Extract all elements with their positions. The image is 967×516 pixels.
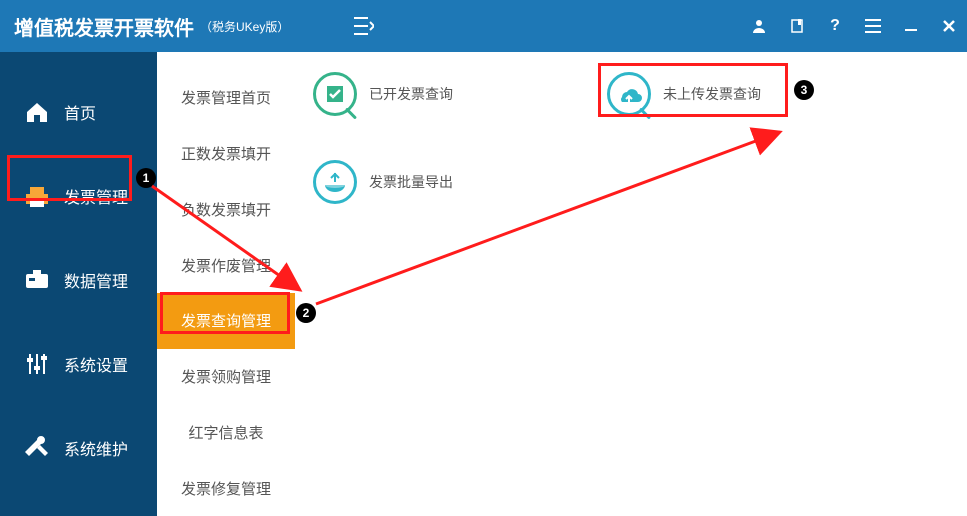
- tile-label: 已开发票查询: [369, 84, 453, 104]
- submenu-item-repair[interactable]: 发票修复管理: [157, 460, 295, 516]
- sidebar-item-label: 系统设置: [64, 352, 128, 376]
- tile-issued-query[interactable]: 已开发票查询: [313, 72, 453, 116]
- sidebar-item-label: 数据管理: [64, 268, 128, 292]
- titlebar: 增值税发票开票软件 （税务UKey版） ?: [0, 0, 967, 52]
- submenu-label: 发票管理首页: [181, 87, 271, 108]
- submenu-label: 发票查询管理: [181, 310, 271, 331]
- submenu-label: 发票领购管理: [181, 366, 271, 387]
- sidebar: 首页 发票管理 数据管理 系统设置: [0, 52, 157, 516]
- app-title: 增值税发票开票软件: [14, 12, 194, 41]
- home-icon: [22, 97, 52, 127]
- tile-batch-export[interactable]: 发票批量导出: [313, 160, 453, 204]
- submenu: 发票管理首页 正数发票填开 负数发票填开 发票作废管理 发票查询管理 发票领购管…: [157, 52, 295, 516]
- tile-label: 未上传发票查询: [663, 84, 761, 104]
- submenu-label: 发票修复管理: [181, 478, 271, 499]
- submenu-item-home[interactable]: 发票管理首页: [157, 70, 295, 126]
- submenu-label: 发票作废管理: [181, 255, 271, 276]
- sidebar-item-label: 发票管理: [64, 184, 128, 208]
- submenu-item-query[interactable]: 发票查询管理: [157, 293, 295, 349]
- minimize-icon[interactable]: [903, 18, 919, 34]
- user-icon[interactable]: [751, 18, 767, 34]
- help-icon[interactable]: ?: [827, 18, 843, 34]
- sidebar-item-maintenance[interactable]: 系统维护: [0, 406, 157, 490]
- sliders-icon: [22, 349, 52, 379]
- tools-icon: [22, 433, 52, 463]
- sidebar-item-label: 首页: [64, 100, 96, 124]
- check-search-icon: [313, 72, 357, 116]
- sidebar-item-data[interactable]: 数据管理: [0, 238, 157, 322]
- sidebar-item-invoice[interactable]: 发票管理: [0, 154, 157, 238]
- window-controls: ?: [751, 0, 957, 52]
- submenu-item-red[interactable]: 红字信息表: [157, 405, 295, 461]
- sidebar-item-home[interactable]: 首页: [0, 70, 157, 154]
- bookmark-icon[interactable]: [789, 18, 805, 34]
- submenu-label: 红字信息表: [188, 422, 263, 443]
- menu-icon[interactable]: [865, 18, 881, 34]
- printer-icon: [22, 181, 52, 211]
- submenu-item-positive[interactable]: 正数发票填开: [157, 126, 295, 182]
- submenu-label: 正数发票填开: [181, 143, 271, 164]
- app-edition: （税务UKey版）: [200, 18, 289, 35]
- submenu-item-negative[interactable]: 负数发票填开: [157, 182, 295, 238]
- close-icon[interactable]: [941, 18, 957, 34]
- tile-unuploaded-query[interactable]: 未上传发票查询: [607, 72, 761, 116]
- export-icon: [313, 160, 357, 204]
- submenu-item-purchase[interactable]: 发票领购管理: [157, 349, 295, 405]
- toggle-menu-icon[interactable]: [352, 14, 376, 38]
- data-icon: [22, 265, 52, 295]
- sidebar-item-label: 系统维护: [64, 436, 128, 460]
- cloud-upload-search-icon: [607, 72, 651, 116]
- sidebar-item-settings[interactable]: 系统设置: [0, 322, 157, 406]
- submenu-label: 负数发票填开: [181, 199, 271, 220]
- tile-label: 发票批量导出: [369, 172, 453, 192]
- main-content: 已开发票查询 未上传发票查询 发票批量导出: [295, 52, 967, 516]
- submenu-item-void[interactable]: 发票作废管理: [157, 237, 295, 293]
